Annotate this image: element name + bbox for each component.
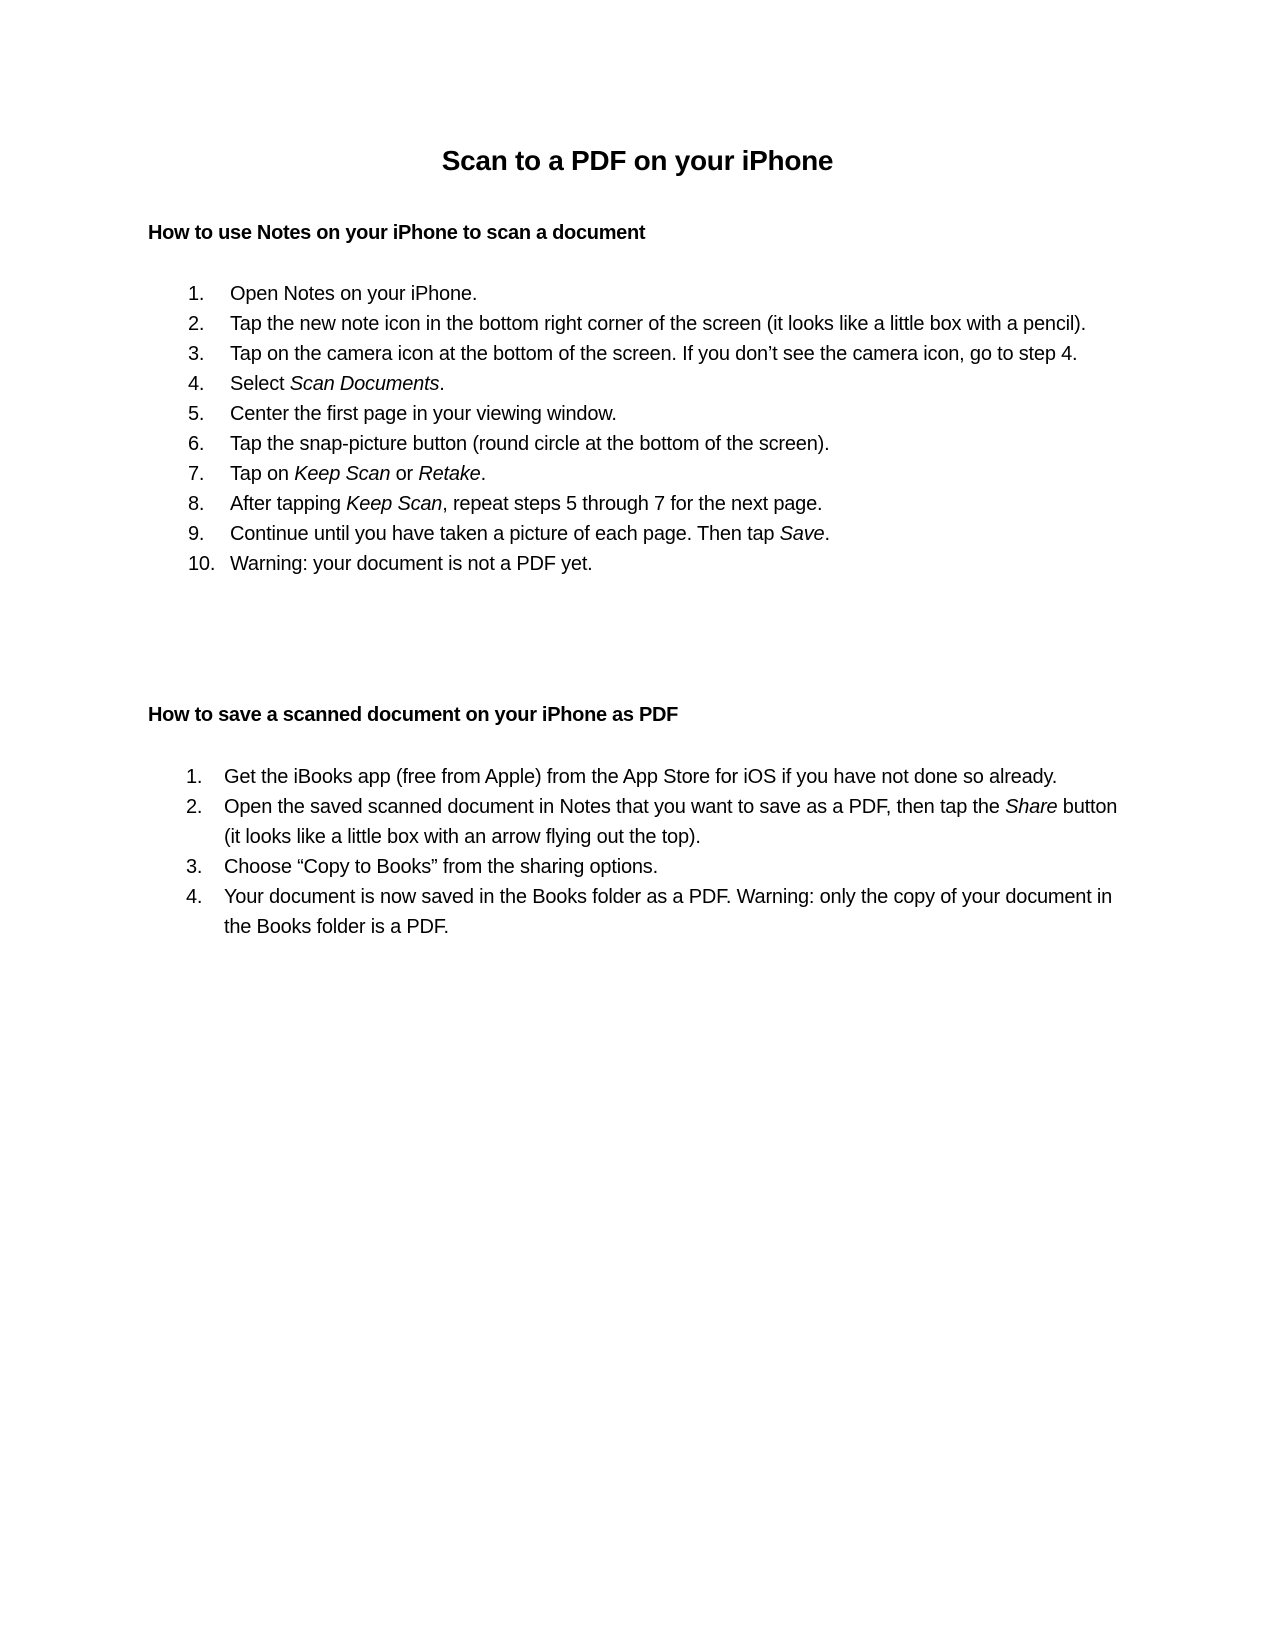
list-item: 9. Continue until you have taken a pictur… bbox=[188, 519, 1110, 549]
list-item: 2. Tap the new note icon in the bottom ri… bbox=[188, 309, 1110, 339]
list-item-text: Your document is now saved in the Books … bbox=[224, 886, 1113, 938]
list-item: 1. Get the iBooks app (free from Apple) f… bbox=[186, 762, 1124, 792]
list-item-number: 6. bbox=[188, 433, 205, 455]
list-item-text: After tapping bbox=[230, 493, 347, 515]
list-item-text: . bbox=[824, 523, 830, 545]
section-heading-scan: How to use Notes on your iPhone to scan … bbox=[148, 222, 646, 244]
list-item-text: Continue until you have taken a picture … bbox=[230, 523, 780, 545]
list-item-text: , repeat steps 5 through 7 for the next … bbox=[442, 493, 823, 515]
list-item-number: 2. bbox=[186, 796, 203, 818]
list-item: 5. Center the first page in your viewing … bbox=[188, 399, 1110, 429]
list-item: 10. Warning: your document is not a PDF y… bbox=[188, 549, 1110, 579]
list-item-text: Select bbox=[230, 373, 290, 395]
list-item: 4. Select Scan Documents. bbox=[188, 369, 1110, 399]
list-item-number: 7. bbox=[188, 463, 205, 485]
emphasized-text: Keep Scan bbox=[294, 463, 391, 485]
list-item-number: 10. bbox=[188, 553, 216, 575]
list-item-text: Choose “Copy to Books” from the sharing … bbox=[224, 856, 658, 878]
save-pdf-steps-list: 1. Get the iBooks app (free from Apple) f… bbox=[186, 762, 1124, 942]
list-item-number: 4. bbox=[186, 886, 203, 908]
list-item-text: Tap on bbox=[230, 463, 295, 485]
list-item: 4. Your document is now saved in the Book… bbox=[186, 882, 1124, 942]
list-item: 3. Tap on the camera icon at the bottom o… bbox=[188, 339, 1110, 369]
list-item-text: Open the saved scanned document in Notes… bbox=[224, 796, 1006, 818]
list-item-text: Open Notes on your iPhone. bbox=[230, 283, 478, 305]
list-item-number: 8. bbox=[188, 493, 205, 515]
list-item-text: Warning: your document is not a PDF yet. bbox=[230, 553, 593, 575]
list-item-number: 1. bbox=[186, 766, 203, 788]
list-item: 7. Tap on Keep Scan or Retake. bbox=[188, 459, 1110, 489]
page-title: Scan to a PDF on your iPhone bbox=[441, 145, 834, 176]
emphasized-text: Share bbox=[1005, 796, 1058, 818]
list-item: 6. Tap the snap-picture button (round cir… bbox=[188, 429, 1110, 459]
list-item-text: Center the first page in your viewing wi… bbox=[230, 403, 617, 425]
list-item-number: 5. bbox=[188, 403, 205, 425]
list-item-text: Get the iBooks app (free from Apple) fro… bbox=[224, 766, 1058, 788]
emphasized-text: Retake bbox=[418, 463, 481, 485]
list-item-number: 2. bbox=[188, 313, 205, 335]
list-item-number: 3. bbox=[188, 343, 205, 365]
scan-steps-list: 1. Open Notes on your iPhone. 2. Tap the ne… bbox=[188, 279, 1110, 579]
list-item: 8. After tapping Keep Scan, repeat steps … bbox=[188, 489, 1110, 519]
list-item-text: Tap the snap-picture button (round circl… bbox=[230, 433, 830, 455]
list-item-text: . bbox=[480, 463, 487, 485]
list-item-text: Tap on the camera icon at the bottom of … bbox=[230, 343, 1078, 365]
list-item-number: 4. bbox=[188, 373, 205, 395]
emphasized-text: Save bbox=[779, 523, 825, 545]
list-item-number: 1. bbox=[188, 283, 205, 305]
list-item-number: 9. bbox=[188, 523, 205, 545]
list-item-number: 3. bbox=[186, 856, 203, 878]
list-item: 1. Open Notes on your iPhone. bbox=[188, 279, 1110, 309]
list-item-text: . bbox=[439, 373, 445, 395]
emphasized-text: Keep Scan bbox=[346, 493, 443, 515]
list-item-text: Tap the new note icon in the bottom righ… bbox=[230, 313, 1086, 335]
list-item-text: or bbox=[390, 463, 419, 485]
section-heading-save-pdf: How to save a scanned document on your i… bbox=[148, 704, 679, 726]
list-item: 2. Open the saved scanned document in Not… bbox=[186, 792, 1124, 852]
emphasized-text: Scan Documents bbox=[289, 373, 440, 395]
list-item: 3. Choose “Copy to Books” from the sharin… bbox=[186, 852, 1124, 882]
